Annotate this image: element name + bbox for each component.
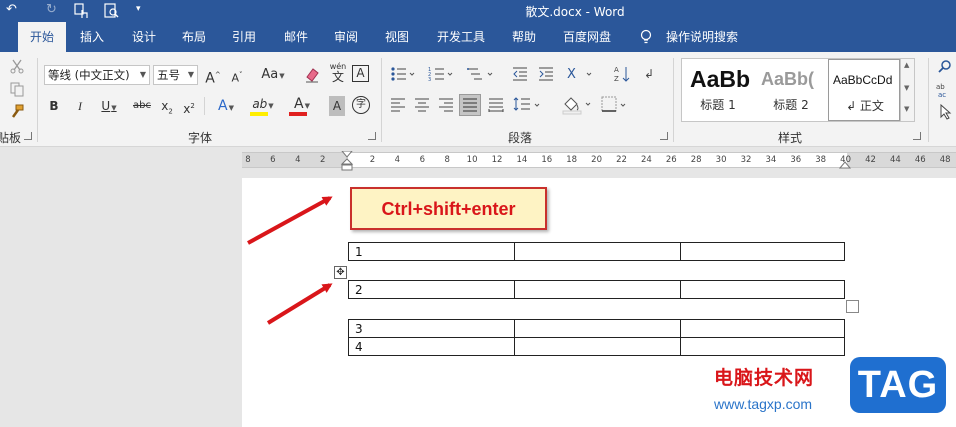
arrow-to-callout: [247, 196, 333, 245]
table-cell[interactable]: 1: [348, 242, 515, 261]
table-cell[interactable]: [514, 280, 681, 299]
table-cell[interactable]: [514, 337, 681, 356]
table-move-handle-icon[interactable]: ✥: [334, 266, 347, 279]
table-1[interactable]: 1: [348, 242, 845, 261]
table-row: 1: [348, 242, 845, 261]
table-cell[interactable]: 3: [348, 319, 515, 338]
table-row: 2: [348, 280, 845, 299]
table-cell[interactable]: 4: [348, 337, 515, 356]
table-cell[interactable]: [680, 242, 845, 261]
table-cell[interactable]: [514, 319, 681, 338]
table-cell[interactable]: [680, 280, 845, 299]
table-cell[interactable]: [514, 242, 681, 261]
table-cell[interactable]: 2: [348, 280, 515, 299]
table-row: 3: [348, 319, 845, 338]
table-2[interactable]: 2: [348, 280, 845, 299]
table-row: 4: [348, 337, 845, 356]
table-cell[interactable]: [680, 337, 845, 356]
table-3[interactable]: 3 4: [348, 319, 845, 356]
table-cell[interactable]: [680, 319, 845, 338]
watermark-logo: TAG: [850, 357, 946, 413]
watermark-text: 电脑技术网: [714, 367, 815, 389]
watermark-url: www.tagxp.com: [714, 396, 813, 412]
arrow-to-table-split: [266, 283, 333, 325]
table-resize-handle[interactable]: [846, 300, 859, 313]
